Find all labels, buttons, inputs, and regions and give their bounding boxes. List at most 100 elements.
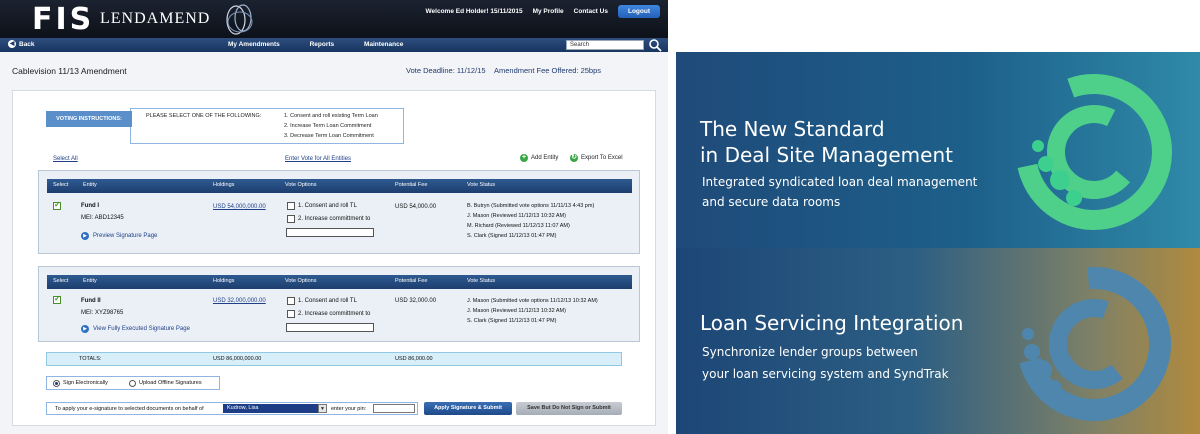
entity-panel-fund-1: Select Entity Holdings Vote Options Pote… — [38, 170, 640, 254]
enter-vote-all-link[interactable]: Enter Vote for All Entities — [285, 156, 351, 162]
promo-headline-1a: The New Standard — [700, 117, 885, 141]
lendamend-mark-icon — [226, 4, 253, 35]
my-profile-link[interactable]: My Profile — [533, 8, 564, 15]
instruction-option: 3. Decrease Term Loan Commitment — [284, 133, 374, 139]
vote-status-line: B. Butryn (Submitted vote options 11/11/… — [467, 203, 595, 209]
column-header: Select — [53, 182, 69, 188]
welcome-text: Welcome Ed Holder! 15/11/2015 — [425, 7, 523, 15]
main-nav: My Amendments Reports Maintenance — [228, 41, 431, 48]
nav-my-amendments[interactable]: My Amendments — [228, 41, 280, 48]
logout-button[interactable]: Logout — [617, 4, 660, 18]
back-button[interactable]: ◀ Back — [8, 40, 35, 48]
lendamend-app: FIS LENDAMEND Welcome Ed Holder! 15/11/2… — [0, 0, 668, 434]
vote-status-line: S. Clark (Signed 11/12/13 01:47 PM) — [467, 318, 557, 324]
document-icon: ▶ — [81, 232, 89, 240]
column-header: Entity — [83, 278, 97, 284]
view-executed-signature-label: View Fully Executed Signature Page — [93, 326, 190, 332]
fund-name: Fund I — [81, 203, 99, 209]
vote-deadline: Vote Deadline: 11/12/15 — [406, 66, 486, 75]
vote-option-label: 2. Increase committment to — [298, 216, 371, 222]
column-header: Holdings — [213, 182, 235, 188]
preview-signature-label: Preview Signature Page — [93, 233, 158, 239]
select-checkbox[interactable] — [53, 294, 61, 304]
add-entity-label: Add Entity — [531, 155, 559, 161]
promo-sub-2b: your loan servicing system and SyndTrak — [702, 367, 949, 381]
back-arrow-icon: ◀ — [8, 40, 16, 48]
behalf-value: Kudrow, Lisa — [227, 405, 259, 411]
nav-reports[interactable]: Reports — [310, 41, 335, 48]
fund-mei: MEI: XYZ98765 — [81, 310, 124, 316]
upload-offline-label: Upload Offline Signatures — [139, 380, 202, 386]
document-icon: ▶ — [81, 325, 89, 333]
sign-electronically-radio[interactable] — [53, 380, 60, 387]
vote-option-label: 1. Consent and roll TL — [298, 203, 357, 209]
table-header: Select Entity Holdings Vote Options Pote… — [47, 275, 632, 289]
potential-fee: USD 32,000.00 — [395, 298, 437, 304]
behalf-select[interactable]: Kudrow, Lisa ▼ — [223, 404, 327, 413]
column-header: Vote Options — [285, 278, 317, 284]
vote-status-line: M. Richard (Reviewed 11/12/13 11:07 AM) — [467, 223, 570, 229]
instruction-option: 2. Increase Term Loan Commitment — [284, 123, 372, 129]
instruction-option: 1. Consent and roll existing Term Loan — [284, 113, 378, 119]
product-logo: LENDAMEND — [100, 10, 211, 27]
increase-commitment-checkbox[interactable] — [287, 215, 295, 223]
commitment-amount-input[interactable] — [286, 228, 374, 237]
column-header: Vote Options — [285, 182, 317, 188]
chevron-down-icon[interactable]: ▼ — [318, 404, 327, 413]
entity-panel-fund-2: Select Entity Holdings Vote Options Pote… — [38, 266, 640, 342]
totals-row: TOTALS: USD 86,000,000.00 USD 86,000.00 — [46, 352, 622, 366]
apply-esign-label: To apply your e-signature to selected do… — [55, 406, 204, 412]
promo-headline-1b: in Deal Site Management — [700, 143, 953, 167]
esign-bar: To apply your e-signature to selected do… — [46, 402, 418, 415]
add-entity-button[interactable]: + Add Entity — [520, 154, 558, 162]
column-header: Holdings — [213, 278, 235, 284]
vote-status-line: J. Mason (Submitted vote options 11/12/1… — [467, 298, 598, 304]
upload-offline-radio[interactable] — [129, 380, 136, 387]
view-executed-signature-link[interactable]: ▶ View Fully Executed Signature Page — [81, 325, 190, 333]
back-label: Back — [19, 40, 35, 48]
vote-status-line: J. Mason (Reviewed 11/12/13 10:32 AM) — [467, 308, 566, 314]
increase-commitment-checkbox[interactable] — [287, 310, 295, 318]
promo-panel: The New Standard in Deal Site Management… — [676, 52, 1200, 434]
table-header: Select Entity Holdings Vote Options Pote… — [47, 179, 632, 193]
contact-us-link[interactable]: Contact Us — [574, 8, 608, 15]
vote-status-line: S. Clark (Signed 11/12/13 01:47 PM) — [467, 233, 557, 239]
save-no-sign-button[interactable]: Save But Do Not Sign or Submit — [516, 402, 622, 415]
instructions-lead: PLEASE SELECT ONE OF THE FOLLOWING: — [146, 113, 262, 119]
promo-sub-2a: Synchronize lender groups between — [702, 345, 918, 359]
sign-method-group: Sign Electronically Upload Offline Signa… — [46, 376, 220, 390]
totals-fee: USD 86,000.00 — [395, 356, 433, 362]
vote-option-label: 1. Consent and roll TL — [298, 298, 357, 304]
consent-roll-checkbox[interactable] — [287, 297, 295, 305]
nav-bar: ◀ Back My Amendments Reports Maintenance… — [0, 38, 668, 52]
fund-mei: MEI: ABD12345 — [81, 215, 124, 221]
export-icon: ↻ — [570, 154, 578, 162]
promo-sub-1b: and secure data rooms — [702, 195, 841, 209]
commitment-amount-input[interactable] — [286, 323, 374, 332]
amendment-fee: Amendment Fee Offered: 25bps — [494, 66, 602, 75]
vote-option-label: 2. Increase committment to — [298, 311, 371, 317]
sign-electronically-label: Sign Electronically — [63, 380, 108, 386]
column-header: Entity — [83, 182, 97, 188]
potential-fee: USD 54,000.00 — [395, 204, 437, 210]
select-all-link[interactable]: Select All — [53, 156, 78, 162]
promo-headline-2: Loan Servicing Integration — [700, 311, 964, 335]
consent-roll-checkbox[interactable] — [287, 202, 295, 210]
search-icon[interactable] — [648, 38, 662, 52]
nav-maintenance[interactable]: Maintenance — [364, 41, 403, 48]
totals-holdings: USD 86,000,000.00 — [213, 356, 262, 362]
add-icon: + — [520, 154, 528, 162]
select-checkbox[interactable] — [53, 200, 61, 210]
preview-signature-link[interactable]: ▶ Preview Signature Page — [81, 232, 157, 240]
column-header: Select — [53, 278, 69, 284]
pin-input[interactable] — [373, 404, 415, 413]
holdings-link[interactable]: USD 32,000,000.00 — [213, 298, 266, 304]
top-header: FIS LENDAMEND Welcome Ed Holder! 15/11/2… — [0, 0, 668, 38]
export-excel-button[interactable]: ↻ Export To Excel — [570, 154, 623, 162]
fis-logo: FIS — [32, 2, 95, 37]
holdings-link[interactable]: USD 54,000,000.00 — [213, 204, 266, 210]
search-input[interactable]: Search — [566, 40, 644, 50]
fund-name: Fund II — [81, 298, 101, 304]
apply-signature-button[interactable]: Apply Signature & Submit — [424, 402, 512, 415]
voting-instructions-tag: VOTING INSTRUCTIONS: — [46, 111, 132, 127]
